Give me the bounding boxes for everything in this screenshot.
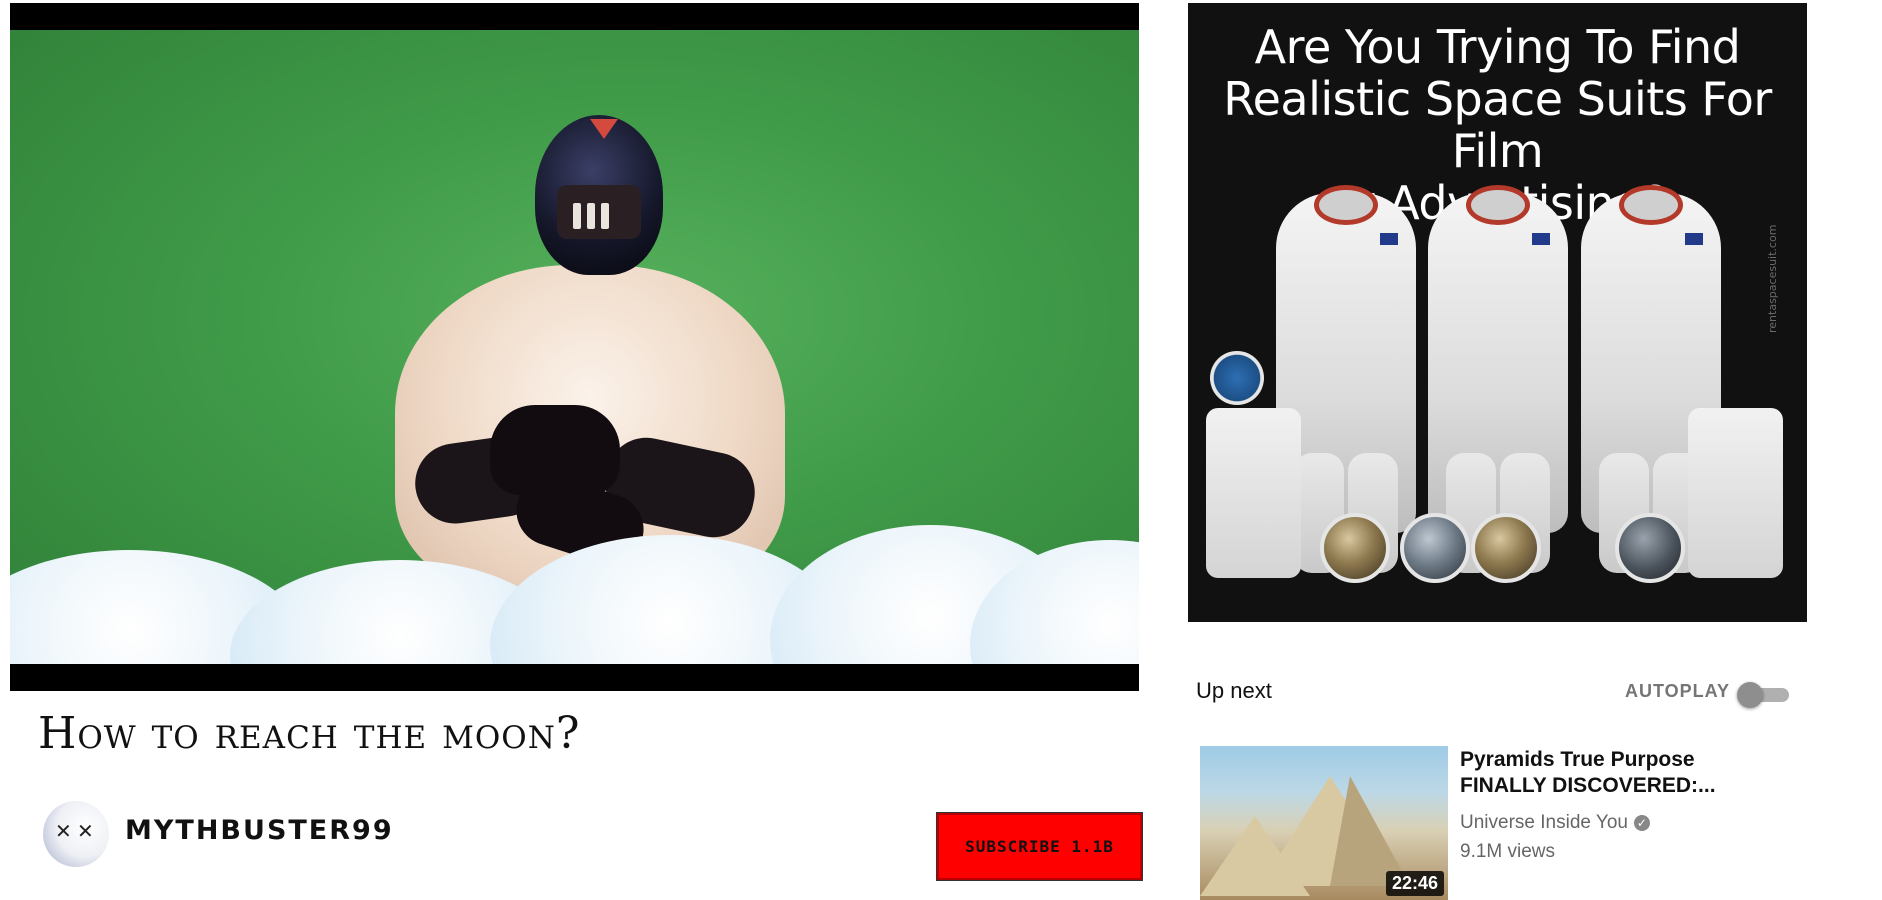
mission-patch-icon bbox=[1210, 351, 1264, 405]
helmet-prop bbox=[1400, 513, 1470, 583]
flag-icon bbox=[1380, 233, 1398, 245]
toggle-knob bbox=[1737, 682, 1763, 708]
recommendation-channel[interactable]: Universe Inside You ✓ bbox=[1460, 812, 1650, 834]
helmet-prop bbox=[1471, 513, 1541, 583]
visor-stripe bbox=[601, 203, 609, 229]
video-player[interactable] bbox=[10, 3, 1139, 691]
life-support-pack bbox=[1206, 408, 1301, 578]
life-support-pack bbox=[1688, 408, 1783, 578]
duration-badge: 22:46 bbox=[1385, 871, 1444, 896]
flag-icon bbox=[1532, 233, 1550, 245]
visor-stripe bbox=[573, 203, 581, 229]
ad-watermark: rentaspacesuit.com bbox=[1766, 224, 1779, 333]
helmet-badge bbox=[590, 119, 618, 139]
x-eye-icon: ✕ bbox=[77, 819, 94, 843]
video-title: How to reach the moon? bbox=[38, 708, 581, 759]
pyramid bbox=[1200, 816, 1310, 896]
helmet-prop bbox=[1615, 513, 1685, 583]
subscribe-button[interactable]: Subscribe 1.1B bbox=[936, 812, 1143, 881]
flag-icon bbox=[1685, 233, 1703, 245]
up-next-label: Up next bbox=[1196, 678, 1272, 703]
spacesuit-image bbox=[1428, 185, 1568, 573]
recommendation-thumbnail[interactable]: 22:46 bbox=[1200, 746, 1448, 900]
channel-name[interactable]: Mythbuster99 bbox=[125, 815, 394, 846]
video-frame[interactable] bbox=[10, 30, 1139, 664]
helmet bbox=[535, 115, 663, 275]
recommendation-title[interactable]: Pyramids True Purpose FINALLY DISCOVERED… bbox=[1460, 747, 1780, 799]
astronaut-figure bbox=[395, 115, 815, 595]
visor-stripe bbox=[587, 203, 595, 229]
ad-banner[interactable]: Are You Trying To Find Realistic Space S… bbox=[1188, 3, 1807, 622]
recommendation-item[interactable]: 22:46 Pyramids True Purpose FINALLY DISC… bbox=[1200, 746, 1820, 900]
helmet-prop bbox=[1320, 513, 1390, 583]
check-icon: ✓ bbox=[1633, 815, 1650, 831]
recommendation-views: 9.1M views bbox=[1460, 841, 1556, 862]
autoplay-toggle[interactable] bbox=[1737, 680, 1793, 708]
visor bbox=[557, 185, 641, 239]
channel-avatar[interactable]: ✕ ✕ bbox=[43, 801, 109, 867]
recommendation-channel-name[interactable]: Universe Inside You bbox=[1460, 812, 1628, 833]
x-eye-icon: ✕ bbox=[55, 819, 72, 843]
autoplay-label: AUTOPLAY bbox=[1625, 681, 1731, 701]
